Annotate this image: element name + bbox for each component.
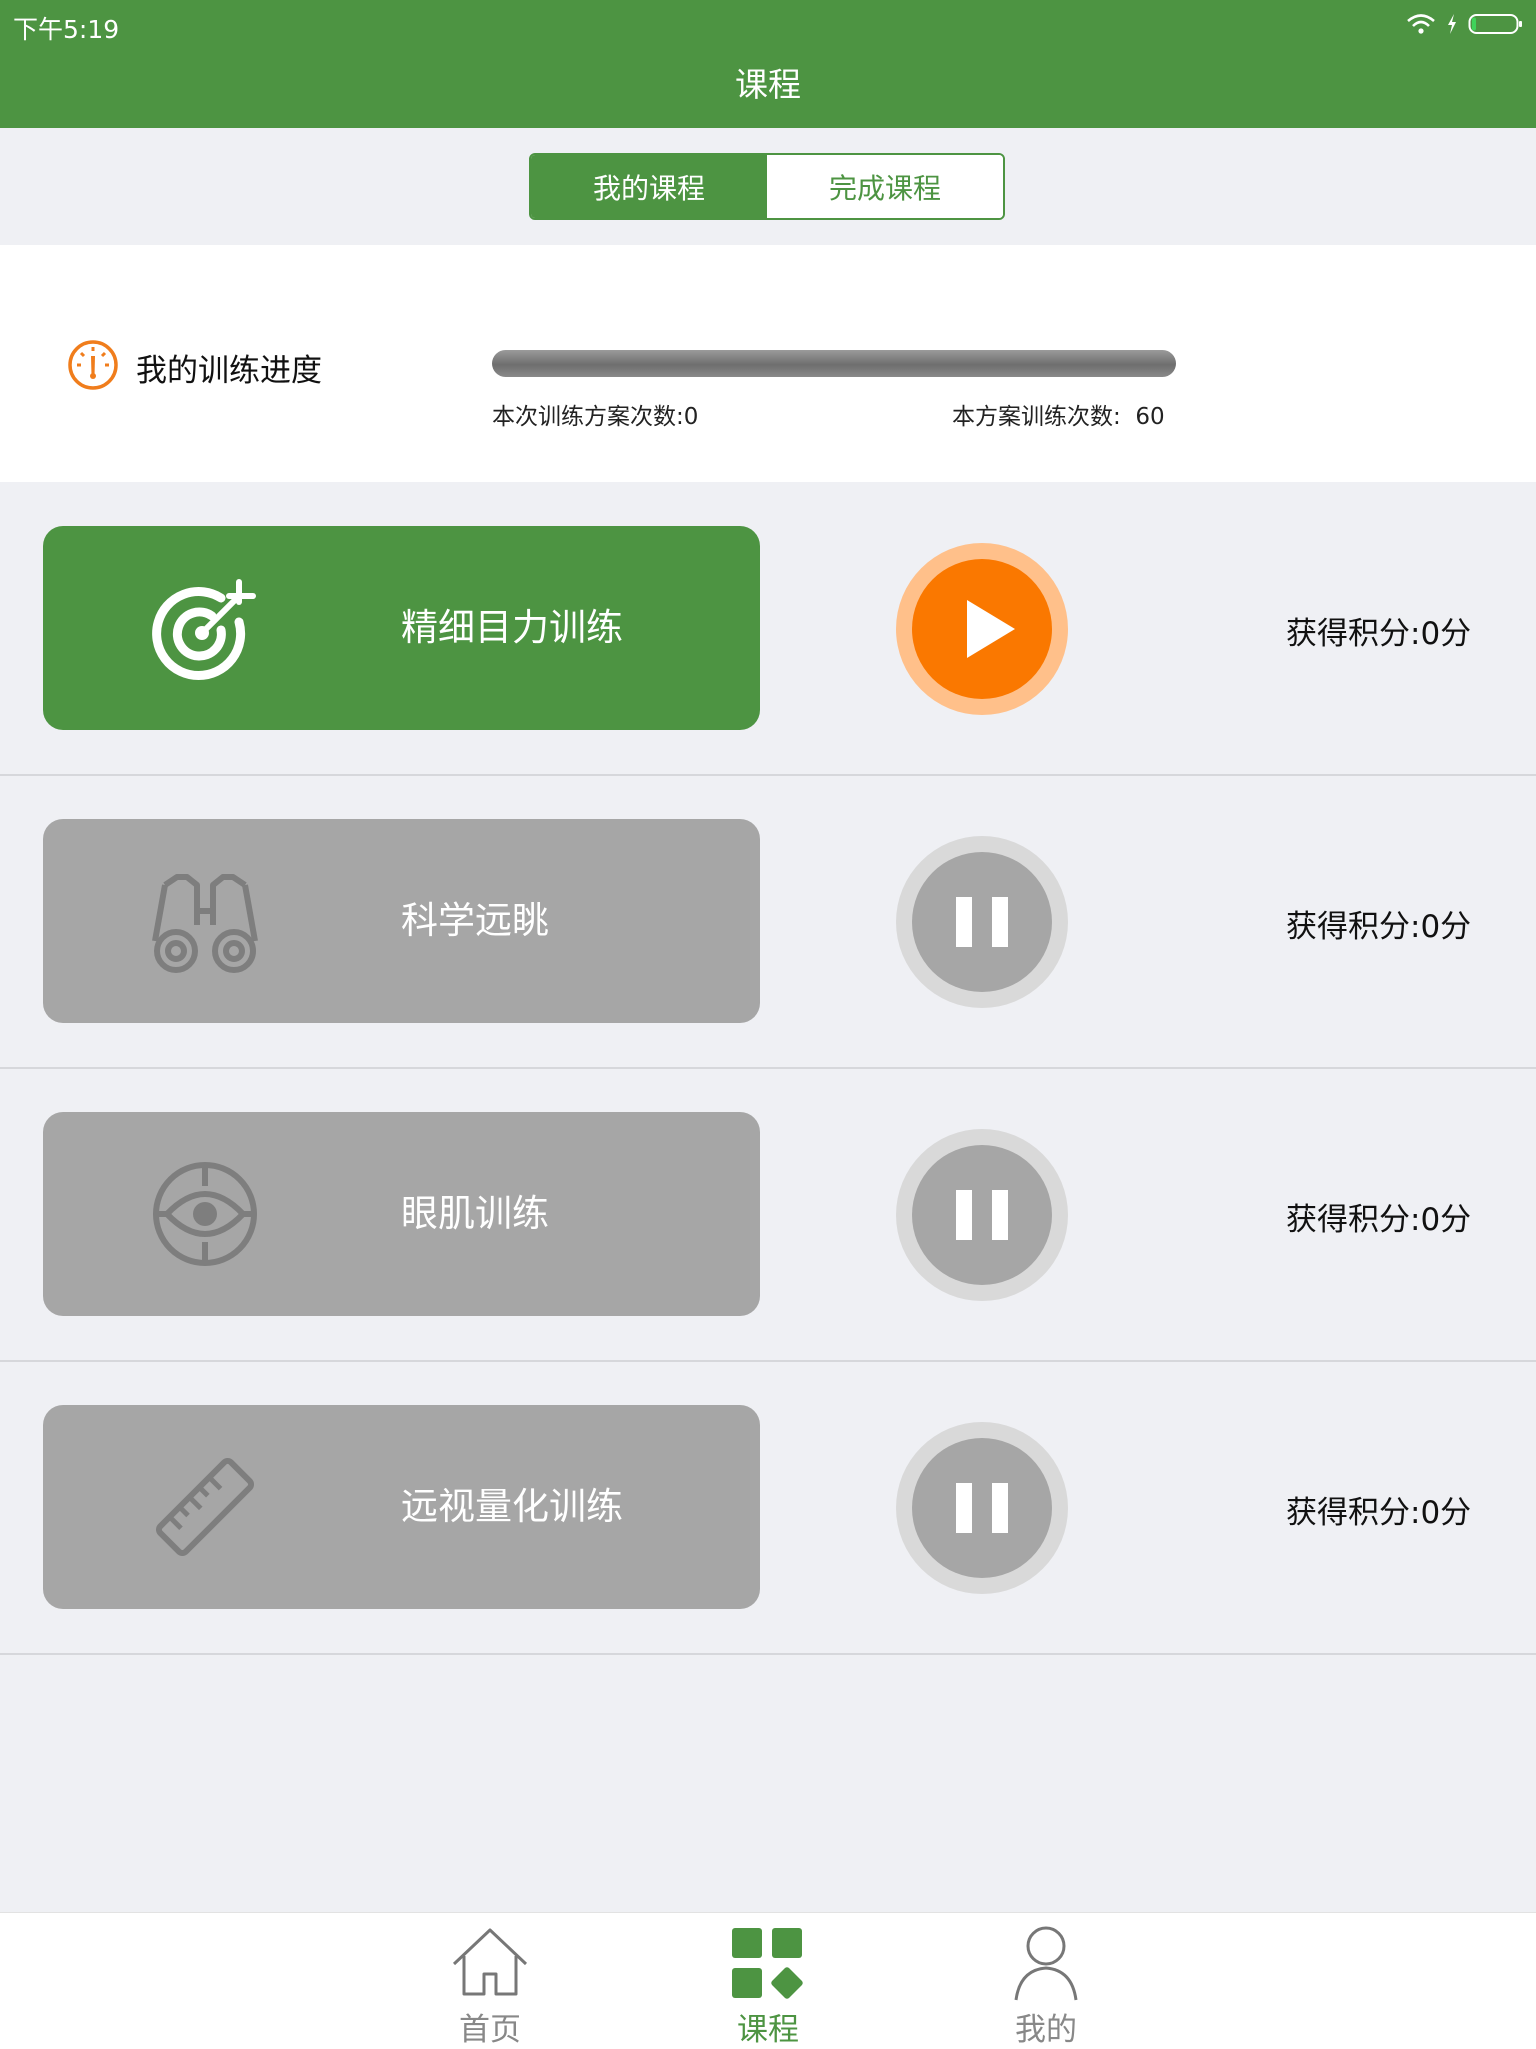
home-icon [452,1928,528,1996]
eye-icon [153,1162,257,1266]
target-icon [152,579,256,680]
row-divider [0,1360,1536,1362]
tab-my-courses[interactable]: 我的课程 [531,155,767,218]
progress-bar [492,350,1176,377]
course-score: 获得积分:0分 [1286,1202,1472,1238]
course-score: 获得积分:0分 [1286,1495,1472,1531]
row-divider [0,774,1536,776]
course-card-distance-gaze[interactable]: 科学远眺 [43,819,760,1023]
status-icons [1406,10,1524,38]
course-name: 眼肌训练 [401,1192,549,1235]
course-card-fine-vision[interactable]: 精细目力训练 [43,526,760,730]
grid-icon [732,1928,803,1999]
pause-button[interactable] [896,836,1068,1008]
play-button[interactable] [896,543,1068,715]
charging-icon [1448,14,1456,34]
course-name: 精细目力训练 [401,606,623,649]
user-icon [1014,1926,1078,2001]
wifi-icon [1407,14,1435,34]
total-plan-label: 本方案训练次数: [952,404,1121,430]
course-segment-control: 我的课程 完成课程 [529,153,1005,220]
tab-home-label: 首页 [459,2012,521,2048]
pause-icon [956,1190,1008,1240]
course-name: 远视量化训练 [401,1485,623,1528]
battery-icon [1468,14,1522,34]
status-time: 下午5:19 [13,15,120,44]
pause-button[interactable] [896,1129,1068,1301]
tab-mine[interactable]: 我的 [966,1920,1126,2048]
course-name: 科学远眺 [401,899,549,942]
total-plan-count: 本方案训练次数: 60 [952,397,1165,431]
progress-title: 我的训练进度 [136,353,322,389]
speedometer-icon [68,340,118,390]
row-divider [0,1653,1536,1655]
tab-mine-label: 我的 [1015,2012,1077,2048]
pause-icon [956,1483,1008,1533]
row-divider [0,1067,1536,1069]
pause-button[interactable] [896,1422,1068,1594]
tab-courses-label: 课程 [737,2012,799,2048]
course-card-eye-muscle[interactable]: 眼肌训练 [43,1112,760,1316]
page-title: 课程 [735,65,801,104]
tab-home[interactable]: 首页 [410,1920,570,2048]
course-score: 获得积分:0分 [1286,616,1472,652]
course-score: 获得积分:0分 [1286,909,1472,945]
total-plan-value: 60 [1135,404,1165,430]
ruler-icon [155,1457,255,1557]
tab-completed-courses[interactable]: 完成课程 [767,155,1003,218]
current-plan-count: 本次训练方案次数:0 [492,404,699,430]
play-icon [967,600,1015,658]
binoculars-icon [152,874,258,973]
pause-icon [956,897,1008,947]
course-card-hyperopia-quant[interactable]: 远视量化训练 [43,1405,760,1609]
tab-courses[interactable]: 课程 [688,1920,848,2048]
